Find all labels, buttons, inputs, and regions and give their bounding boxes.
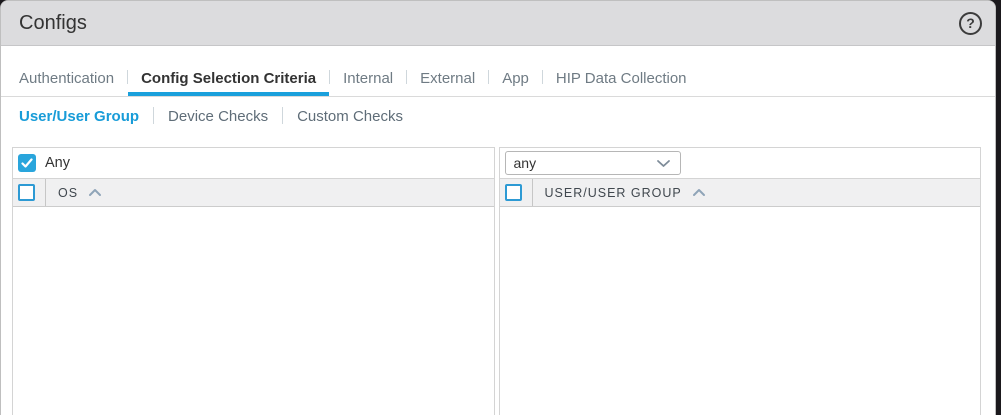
os-any-row: Any (13, 148, 494, 178)
sort-asc-icon[interactable] (692, 188, 706, 197)
user-group-panel: any USER/USER GROUP (499, 147, 982, 415)
dialog-title: Configs (19, 12, 87, 35)
tab-config-selection-criteria[interactable]: Config Selection Criteria (128, 61, 329, 96)
os-panel: Any OS (12, 147, 495, 415)
chevron-down-icon (656, 159, 671, 168)
os-table-body[interactable] (13, 207, 494, 415)
subtab-user-user-group[interactable]: User/User Group (19, 97, 153, 135)
criteria-panels: Any OS any (1, 147, 995, 415)
sub-tabbar: User/User Group Device Checks Custom Che… (1, 97, 995, 135)
help-icon[interactable]: ? (959, 12, 982, 35)
configs-dialog: Configs ? Authentication Config Selectio… (0, 0, 996, 415)
sort-asc-icon[interactable] (88, 188, 102, 197)
user-group-column-header[interactable]: USER/USER GROUP (545, 186, 682, 200)
tab-internal[interactable]: Internal (330, 61, 406, 96)
tab-app[interactable]: App (489, 61, 542, 96)
user-group-filter-row: any (500, 148, 981, 178)
subtab-custom-checks[interactable]: Custom Checks (283, 97, 417, 135)
tab-authentication[interactable]: Authentication (19, 61, 127, 96)
user-group-filter-dropdown[interactable]: any (505, 151, 681, 175)
user-group-select-all-checkbox[interactable] (505, 184, 522, 201)
os-select-all-cell (13, 179, 46, 206)
any-checkbox[interactable] (18, 154, 36, 172)
os-select-all-checkbox[interactable] (18, 184, 35, 201)
main-tabbar: Authentication Config Selection Criteria… (1, 61, 995, 97)
dropdown-value: any (514, 155, 537, 171)
dialog-titlebar: Configs ? (1, 1, 995, 46)
tab-external[interactable]: External (407, 61, 488, 96)
user-group-table-header: USER/USER GROUP (500, 178, 981, 207)
user-group-select-all-cell (500, 179, 533, 206)
checkmark-icon (21, 158, 33, 169)
user-group-table-body[interactable] (500, 207, 981, 415)
tab-hip-data-collection[interactable]: HIP Data Collection (543, 61, 700, 96)
os-table-header: OS (13, 178, 494, 207)
os-column-header[interactable]: OS (58, 186, 78, 200)
any-checkbox-label: Any (45, 155, 70, 171)
subtab-device-checks[interactable]: Device Checks (154, 97, 282, 135)
